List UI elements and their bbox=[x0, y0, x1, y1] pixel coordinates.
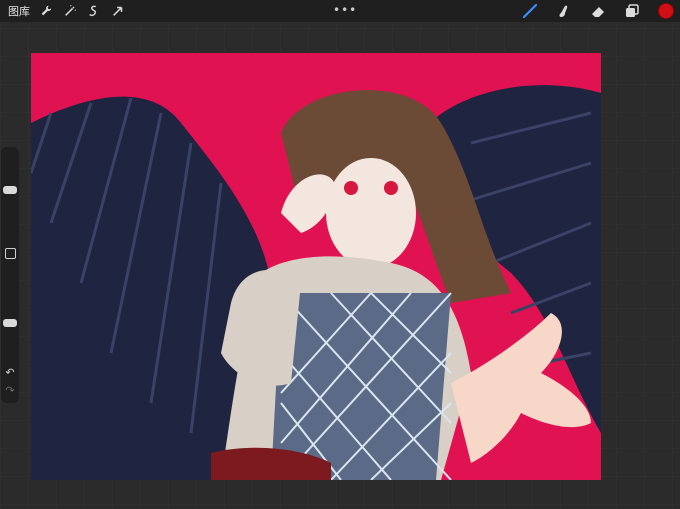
brush-size-thumb[interactable] bbox=[3, 185, 17, 194]
eraser-icon[interactable] bbox=[590, 3, 606, 19]
transform-arrow-icon[interactable] bbox=[110, 3, 126, 19]
right-tools bbox=[522, 0, 674, 22]
color-picker-button[interactable] bbox=[658, 3, 674, 19]
brush-opacity-slider[interactable] bbox=[1, 259, 19, 351]
more-options-button[interactable]: ••• bbox=[333, 3, 357, 17]
modify-button[interactable] bbox=[5, 248, 16, 259]
brush-icon[interactable] bbox=[522, 3, 538, 19]
wrench-icon[interactable] bbox=[38, 3, 54, 19]
redo-icon[interactable]: ↷ bbox=[4, 385, 16, 397]
selection-icon[interactable] bbox=[86, 3, 102, 19]
layers-icon[interactable] bbox=[624, 3, 640, 19]
top-toolbar: 图库 ••• bbox=[0, 0, 680, 22]
drawing-canvas[interactable] bbox=[31, 53, 601, 480]
undo-icon[interactable]: ↶ bbox=[4, 367, 16, 379]
brush-opacity-thumb[interactable] bbox=[3, 319, 17, 328]
brush-size-slider[interactable] bbox=[1, 162, 19, 254]
left-sidebar: ↶ ↷ bbox=[1, 147, 19, 403]
magic-wand-icon[interactable] bbox=[62, 3, 78, 19]
smudge-icon[interactable] bbox=[556, 3, 572, 19]
artwork bbox=[31, 85, 601, 480]
gallery-button[interactable]: 图库 bbox=[8, 3, 30, 19]
